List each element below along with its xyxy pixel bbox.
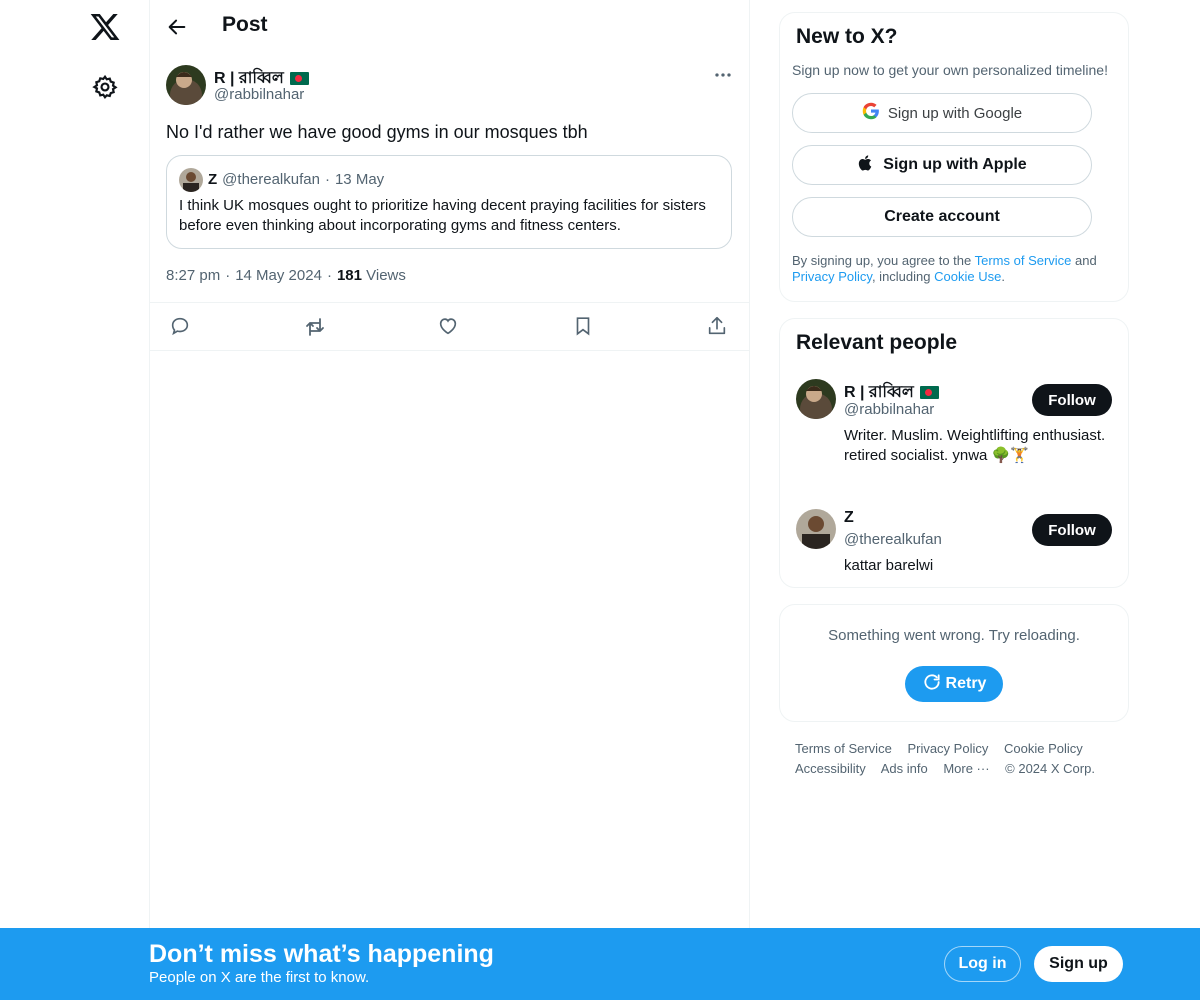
create-account-button[interactable]: Create account	[792, 197, 1092, 237]
cookie-link[interactable]: Cookie Use	[934, 269, 1001, 284]
error-card: Something went wrong. Try reloading. Ret…	[779, 604, 1129, 722]
views-count: 181	[336, 267, 362, 284]
person-bio: kattar barelwi	[844, 557, 934, 574]
page-title: Post	[222, 13, 268, 36]
signup-google-button[interactable]: Sign up with Google	[792, 93, 1092, 133]
signup-apple-button[interactable]: Sign up with Apple	[792, 145, 1092, 185]
footer-links: Terms of Service Privacy Policy Cookie P…	[795, 739, 1125, 779]
apple-icon	[857, 154, 875, 177]
post-time[interactable]: 8:27 pm	[166, 267, 220, 284]
quote-author-name: Z	[208, 171, 218, 188]
signup-card-subtitle: Sign up now to get your own personalized…	[792, 62, 1108, 78]
views-label: Views	[366, 267, 406, 284]
follow-button[interactable]: Follow	[1032, 514, 1112, 546]
footer-link[interactable]: Terms of Service	[795, 741, 892, 756]
follow-button[interactable]: Follow	[1032, 384, 1112, 416]
privacy-link[interactable]: Privacy Policy	[792, 269, 872, 284]
bangladesh-flag-icon	[289, 72, 309, 85]
bookmark-icon[interactable]	[572, 315, 596, 339]
avatar[interactable]	[796, 379, 836, 419]
quote-post[interactable]: Z @therealkufan · 13 May I think UK mosq…	[166, 155, 732, 249]
legal-and: and	[1071, 253, 1097, 268]
arrow-left-icon[interactable]	[166, 16, 188, 38]
dot-separator: ·	[324, 171, 330, 188]
page-header: Post	[150, 0, 750, 54]
footer-link[interactable]: Ads info	[881, 761, 928, 776]
legal-end: .	[1001, 269, 1005, 284]
post-actions	[150, 302, 750, 351]
login-button[interactable]: Log in	[944, 946, 1021, 982]
signup-legal-text: By signing up, you agree to the Terms of…	[792, 253, 1122, 285]
person-handle[interactable]: @rabbilnahar	[844, 401, 934, 418]
reply-icon[interactable]	[169, 315, 193, 339]
quote-text: I think UK mosques ought to prioritize h…	[179, 197, 706, 234]
main-column: Post R | রাব্বিল @rabbilnahar No I'd rat…	[149, 0, 750, 1000]
google-icon	[862, 102, 880, 124]
dot-separator: ·	[225, 267, 231, 284]
relevant-people-card: Relevant people R | রাব্বিল @rabbilnahar…	[779, 318, 1129, 588]
post-meta: 8:27 pm · 14 May 2024 · 181 Views	[166, 267, 406, 284]
bottom-bar-subtitle: People on X are the first to know.	[149, 969, 370, 986]
signup-button[interactable]: Sign up	[1034, 946, 1123, 982]
like-icon[interactable]	[437, 315, 461, 339]
quote-author-handle: @therealkufan	[222, 171, 320, 188]
post-text: No I'd rather we have good gyms in our m…	[166, 122, 588, 142]
footer-copyright: © 2024 X Corp.	[1005, 761, 1095, 776]
bangladesh-flag-icon	[919, 386, 939, 399]
repost-icon[interactable]	[303, 315, 327, 339]
relevant-people-title: Relevant people	[796, 331, 958, 354]
footer-link[interactable]: Cookie Policy	[1004, 741, 1083, 756]
post-date[interactable]: 14 May 2024	[235, 267, 322, 284]
terms-link[interactable]: Terms of Service	[975, 253, 1072, 268]
footer-link[interactable]: Accessibility	[795, 761, 866, 776]
person-bio: Writer. Muslim. Weightlifting enthusiast…	[844, 427, 1106, 464]
quote-date: 13 May	[334, 171, 385, 188]
legal-prefix: By signing up, you agree to the	[792, 253, 975, 268]
bottom-signup-bar: Don’t miss what’s happening People on X …	[0, 928, 1200, 1000]
post-author-handle[interactable]: @rabbilnahar	[214, 86, 304, 103]
quote-meta: Z @therealkufan · 13 May	[208, 171, 384, 188]
bottom-bar-title: Don’t miss what’s happening	[149, 940, 494, 968]
retry-button[interactable]: Retry	[905, 666, 1003, 702]
left-nav	[0, 0, 150, 1000]
more-options-icon[interactable]	[710, 64, 736, 86]
refresh-icon	[922, 672, 942, 697]
retry-label: Retry	[945, 675, 987, 692]
legal-including: , including	[871, 269, 935, 284]
footer-link[interactable]: Privacy Policy	[907, 741, 988, 756]
signup-card: New to X? Sign up now to get your own pe…	[779, 12, 1129, 302]
signup-card-title: New to X?	[796, 25, 898, 48]
person-handle[interactable]: @therealkufan	[844, 531, 942, 548]
footer-link[interactable]: More ···	[943, 761, 989, 776]
signup-google-label: Sign up with Google	[887, 104, 1023, 122]
quote-avatar	[179, 168, 203, 192]
person-name[interactable]: Z	[844, 509, 854, 527]
share-icon[interactable]	[706, 315, 730, 339]
avatar[interactable]	[796, 509, 836, 549]
signup-apple-label: Sign up with Apple	[883, 156, 1027, 173]
error-message: Something went wrong. Try reloading.	[828, 627, 1080, 644]
dot-separator: ·	[326, 267, 332, 284]
x-logo-icon[interactable]	[89, 11, 121, 43]
gear-icon[interactable]	[92, 74, 118, 100]
avatar[interactable]	[166, 65, 206, 105]
